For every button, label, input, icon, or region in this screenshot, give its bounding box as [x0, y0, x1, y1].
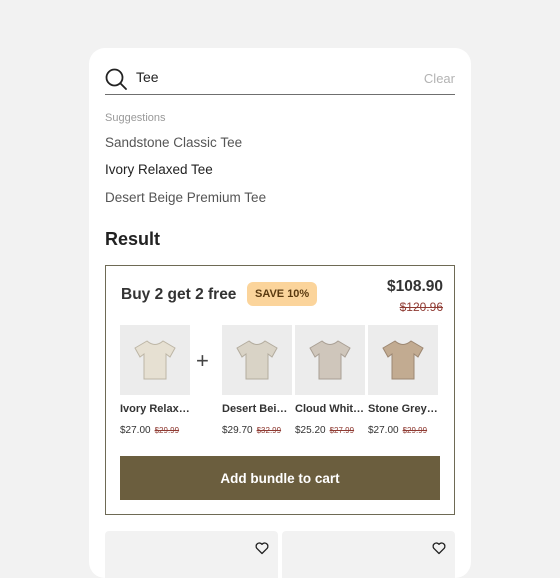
tshirt-icon [134, 340, 176, 380]
tshirt-icon [236, 340, 278, 380]
bundle-product[interactable]: Desert Beige Premium Tee $29.70$32.99 [222, 325, 292, 438]
product-old-price: $27.99 [329, 426, 355, 435]
bundle-product[interactable]: Stone Grey Tee $27.00$29.99 [368, 325, 438, 438]
product-name: Ivory Relaxed Tee [120, 403, 190, 415]
plus-icon: + [196, 348, 209, 373]
product-image[interactable] [120, 325, 190, 395]
product-prices: $27.00 $29.99 [368, 420, 438, 438]
heart-icon[interactable] [255, 541, 269, 555]
suggestions-heading: Suggestions [105, 112, 166, 124]
heart-icon[interactable] [432, 541, 446, 555]
product-image[interactable] [368, 325, 438, 395]
product-tile[interactable] [282, 531, 455, 578]
product-price: $27.00 [368, 425, 399, 436]
product-prices: $29.70 $32.99 [222, 420, 292, 438]
search-icon [105, 68, 127, 90]
tshirt-icon [309, 340, 351, 380]
bundle-old-price: $120.96 [399, 300, 443, 314]
bundle-card: Buy 2 get 2 free SAVE 10% $108.90 $120.9… [105, 265, 455, 515]
suggestion-item[interactable]: Ivory Relaxed Tee [105, 162, 213, 177]
suggestion-item[interactable]: Desert Beige Premium Tee [105, 190, 266, 205]
product-price: $25.20 [295, 425, 326, 436]
product-tile[interactable] [105, 531, 278, 578]
clear-button[interactable]: Clear [424, 71, 455, 86]
search-bar: Clear [105, 56, 455, 95]
add-bundle-to-cart-button[interactable]: Add bundle to cart [120, 456, 440, 500]
product-name: Cloud White Tee [295, 403, 365, 415]
product-name: Desert Beige Premium Tee [222, 403, 292, 415]
product-prices: $27.00 $29.99 [120, 420, 190, 438]
suggestion-item[interactable]: Sandstone Classic Tee [105, 135, 242, 150]
result-heading: Result [105, 229, 161, 249]
product-old-price: $29.99 [154, 426, 180, 435]
bundle-title: Buy 2 get 2 free [121, 286, 237, 303]
product-old-price: $29.99 [402, 426, 428, 435]
product-name: Stone Grey Tee [368, 403, 438, 415]
tshirt-icon [382, 340, 424, 380]
product-image[interactable] [295, 325, 365, 395]
bundle-product[interactable]: Ivory Relaxed Tee $27.00$29.99 [120, 325, 190, 438]
product-image[interactable] [222, 325, 292, 395]
product-price: $27.00 [120, 425, 151, 436]
bundle-product[interactable]: Cloud White Tee $25.20$27.99 [295, 325, 365, 438]
product-price: $29.70 [222, 425, 253, 436]
product-old-price: $32.99 [256, 426, 282, 435]
search-panel: Clear Suggestions Sandstone Classic Tee … [89, 48, 471, 578]
search-input[interactable] [136, 69, 396, 85]
bundle-price: $108.90 [386, 278, 443, 295]
save-badge: SAVE 10% [247, 282, 318, 306]
product-prices: $25.20 $27.99 [295, 420, 365, 438]
